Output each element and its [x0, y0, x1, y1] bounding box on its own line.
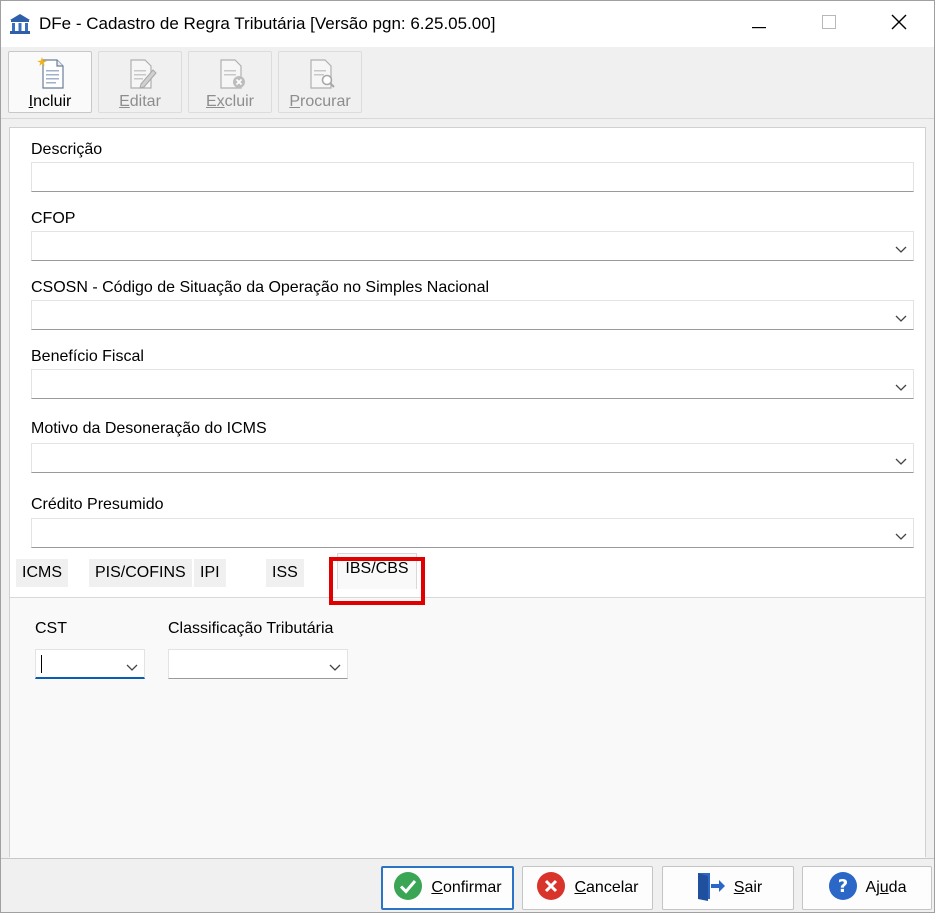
ibs-cbs-panel: CST Classificação Tributária: [10, 597, 925, 858]
csosn-label: CSOSN - Código de Situação da Operação n…: [31, 279, 490, 296]
new-document-icon: [37, 57, 64, 89]
cfop-select[interactable]: [31, 231, 914, 261]
incluir-button[interactable]: Incluir: [8, 51, 92, 113]
procurar-label: Procurar: [289, 93, 351, 110]
classificacao-label: Classificação Tributária: [168, 620, 334, 637]
procurar-button[interactable]: Procurar: [278, 51, 362, 113]
tab-iss[interactable]: ISS: [266, 559, 304, 587]
tab-icms[interactable]: ICMS: [16, 559, 68, 587]
cst-select[interactable]: [35, 649, 145, 679]
svg-text:?: ?: [837, 876, 847, 897]
chevron-down-icon: [329, 659, 341, 676]
editar-label: Editar: [119, 93, 161, 110]
sair-button[interactable]: Sair: [662, 866, 794, 910]
credito-label: Crédito Presumido: [31, 496, 164, 513]
exit-door-icon: [694, 870, 726, 907]
text-cursor: [41, 655, 42, 673]
chevron-down-icon: [895, 241, 907, 258]
cancelar-label: Cancelar: [574, 879, 639, 896]
maximize-button[interactable]: [794, 1, 864, 47]
cfop-label: CFOP: [31, 210, 76, 227]
maximize-icon: [822, 15, 836, 33]
edit-document-icon: [130, 59, 157, 89]
chevron-down-icon: [895, 310, 907, 327]
footer-divider: [1, 858, 934, 859]
confirmar-button[interactable]: Confirmar: [381, 866, 514, 910]
tab-ipi[interactable]: IPI: [194, 559, 226, 587]
toolbar: Incluir Editar Excluir Procurar: [1, 47, 934, 119]
form-panel: Descrição CFOP CSOSN - Código de Situaçã…: [9, 127, 926, 858]
tab-pis-cofins[interactable]: PIS/COFINS: [89, 559, 192, 587]
ajuda-button[interactable]: ? Ajuda: [802, 866, 932, 910]
cancel-circle-icon: [536, 871, 566, 906]
title-bar[interactable]: DFe - Cadastro de Regra Tributária [Vers…: [1, 1, 934, 47]
ajuda-label: Ajuda: [865, 879, 907, 896]
credito-select[interactable]: [31, 518, 914, 548]
delete-document-icon: [220, 59, 245, 89]
chevron-down-icon: [895, 453, 907, 470]
chevron-down-icon: [895, 528, 907, 545]
confirmar-label: Confirmar: [431, 879, 502, 896]
beneficio-select[interactable]: [31, 369, 914, 399]
app-window: DFe - Cadastro de Regra Tributária [Vers…: [0, 0, 935, 913]
search-document-icon: [310, 59, 335, 89]
sair-label: Sair: [733, 879, 763, 896]
motivo-select[interactable]: [31, 443, 914, 473]
chevron-down-icon: [126, 659, 138, 676]
minimize-icon: [752, 16, 766, 33]
motivo-label: Motivo da Desoneração do ICMS: [31, 420, 267, 437]
help-circle-icon: ?: [828, 871, 858, 906]
csosn-select[interactable]: [31, 300, 914, 330]
excluir-label: Excluir: [205, 93, 254, 110]
excluir-button[interactable]: Excluir: [188, 51, 272, 113]
close-button[interactable]: [864, 1, 934, 47]
minimize-button[interactable]: [724, 1, 794, 47]
cst-label: CST: [35, 620, 67, 637]
descricao-input[interactable]: [31, 162, 914, 192]
descricao-label: Descrição: [31, 141, 103, 158]
check-circle-icon: [393, 871, 423, 906]
tab-ibs-cbs[interactable]: IBS/CBS: [337, 553, 417, 589]
beneficio-label: Benefício Fiscal: [31, 348, 144, 365]
cancelar-button[interactable]: Cancelar: [522, 866, 653, 910]
editar-button[interactable]: Editar: [98, 51, 182, 113]
incluir-label: Incluir: [28, 93, 72, 110]
chevron-down-icon: [895, 379, 907, 396]
bank-building-icon: [9, 13, 31, 35]
window-title: DFe - Cadastro de Regra Tributária [Vers…: [39, 14, 496, 33]
tax-tabs: ICMS PIS/COFINS IPI ISS IBS/CBS CST Clas…: [10, 548, 925, 858]
close-icon: [891, 14, 907, 34]
classificacao-select[interactable]: [168, 649, 348, 679]
